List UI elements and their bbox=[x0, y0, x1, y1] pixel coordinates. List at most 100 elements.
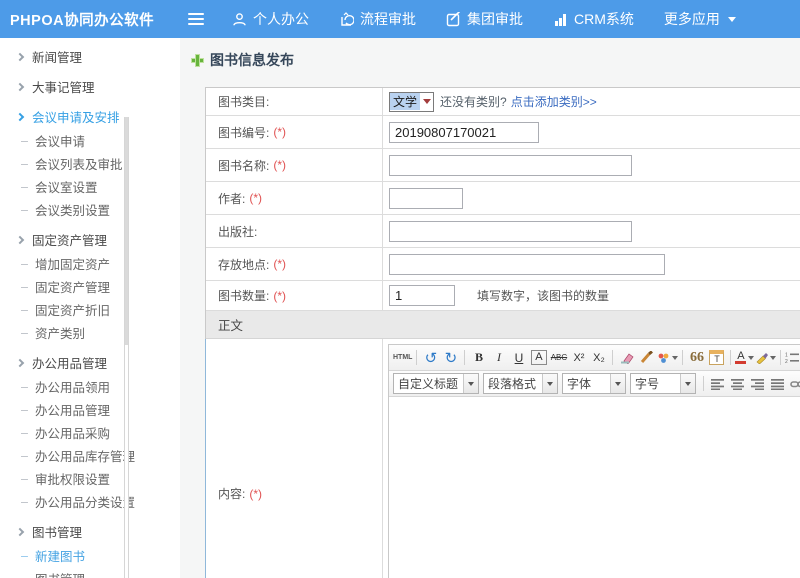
publisher-input[interactable] bbox=[389, 221, 632, 242]
eraser-button[interactable] bbox=[617, 348, 636, 368]
nav-group-approve[interactable]: 集团审批 bbox=[446, 9, 523, 29]
user-icon bbox=[232, 12, 247, 27]
required-marker: (*) bbox=[249, 191, 262, 205]
add-category-link[interactable]: 点击添加类别>> bbox=[511, 93, 597, 110]
bold-button[interactable]: B bbox=[469, 348, 488, 368]
svg-text:2: 2 bbox=[785, 359, 788, 364]
underline-button[interactable]: U bbox=[509, 348, 528, 368]
sidebar-item-book-mgmt[interactable]: 图书管理 bbox=[0, 520, 180, 543]
font-size-select[interactable]: 字号 bbox=[630, 373, 696, 394]
insert-link-button[interactable] bbox=[788, 374, 800, 394]
add-plus-icon bbox=[191, 54, 204, 67]
field-label: 图书数量:(*) bbox=[206, 281, 383, 310]
editor-content-area[interactable] bbox=[389, 397, 800, 578]
italic-button[interactable]: I bbox=[489, 348, 508, 368]
align-left-button[interactable] bbox=[708, 374, 727, 394]
ordered-list-button[interactable]: 12 bbox=[785, 348, 800, 368]
format-brush-button[interactable] bbox=[637, 348, 656, 368]
sidebar-scrollbar-thumb[interactable] bbox=[125, 117, 128, 345]
sidebar-item-asset-mgmt[interactable]: 固定资产管理 bbox=[0, 228, 180, 251]
required-marker: (*) bbox=[273, 257, 286, 271]
highlight-pen-button[interactable] bbox=[755, 348, 776, 368]
sidebar-item-supplies-manage[interactable]: 办公用品管理 bbox=[0, 398, 180, 421]
color-palette-button[interactable] bbox=[657, 348, 678, 368]
nav-workflow-approve[interactable]: 流程审批 bbox=[339, 9, 416, 29]
top-navbar: PHPOA协同办公软件 个人办公 流程审批 集团审批 CRM系统 更多应用 bbox=[0, 0, 800, 38]
sidebar-item-asset-depreciation[interactable]: 固定资产折旧 bbox=[0, 298, 180, 321]
superscript-button[interactable]: X² bbox=[569, 348, 588, 368]
sidebar-item-meeting-apply[interactable]: 会议申请 bbox=[0, 129, 180, 152]
form-row-author: 作者:(*) bbox=[206, 182, 800, 215]
field-label: 出版社: bbox=[206, 215, 383, 247]
form-row-publisher: 出版社: bbox=[206, 215, 800, 248]
undo-button[interactable]: ↺ bbox=[421, 348, 440, 368]
sidebar-item-meeting-room[interactable]: 会议室设置 bbox=[0, 175, 180, 198]
sidebar-item-events-mgmt[interactable]: 大事记管理 bbox=[0, 75, 180, 98]
book-number-input[interactable] bbox=[389, 122, 539, 143]
sidebar-item-asset-add[interactable]: 增加固定资产 bbox=[0, 252, 180, 275]
sidebar-item-supplies-claim[interactable]: 办公用品领用 bbox=[0, 375, 180, 398]
sidebar-item-book-manage[interactable]: 图书管理 bbox=[0, 567, 180, 578]
select-arrow-icon bbox=[610, 374, 625, 393]
html-source-button[interactable]: HTML bbox=[393, 348, 412, 368]
sidebar-scrollbar[interactable] bbox=[124, 117, 129, 578]
category-question-text: 还没有类别? bbox=[440, 93, 507, 110]
required-marker: (*) bbox=[273, 125, 286, 139]
sidebar-item-asset-category[interactable]: 资产类别 bbox=[0, 321, 180, 344]
paste-as-text-button[interactable]: T bbox=[707, 348, 726, 368]
menu-hamburger-icon[interactable] bbox=[188, 13, 204, 25]
category-select[interactable]: 文学 bbox=[389, 92, 434, 112]
form-row-quantity: 图书数量:(*) 填写数字，该图书的数量 bbox=[206, 281, 800, 311]
book-name-input[interactable] bbox=[389, 155, 632, 176]
chevron-right-icon bbox=[16, 52, 24, 60]
sidebar-item-supplies-purchase[interactable]: 办公用品采购 bbox=[0, 421, 180, 444]
form-row-book-number: 图书编号:(*) bbox=[206, 116, 800, 149]
page-title: 图书信息发布 bbox=[191, 50, 294, 70]
align-right-button[interactable] bbox=[748, 374, 767, 394]
caret-down-icon bbox=[770, 356, 776, 360]
location-input[interactable] bbox=[389, 254, 665, 275]
custom-title-select[interactable]: 自定义标题 bbox=[393, 373, 479, 394]
form-row-location: 存放地点:(*) bbox=[206, 248, 800, 281]
font-family-select[interactable]: 字体 bbox=[562, 373, 626, 394]
select-arrow-icon bbox=[542, 374, 557, 393]
richtext-editor: HTML ↺ ↻ B I U A ABC X² X₂ bbox=[388, 344, 800, 578]
sidebar-item-meeting-list[interactable]: 会议列表及审批 bbox=[0, 152, 180, 175]
select-arrow-icon bbox=[420, 93, 433, 111]
nav-personal-office[interactable]: 个人办公 bbox=[232, 9, 309, 29]
sidebar-item-approve-permission[interactable]: 审批权限设置 bbox=[0, 467, 180, 490]
sidebar-item-supplies-category[interactable]: 办公用品分类设置 bbox=[0, 490, 180, 513]
font-color-button[interactable]: A bbox=[735, 348, 754, 368]
redo-button[interactable]: ↻ bbox=[441, 348, 460, 368]
sidebar-item-supplies-mgmt[interactable]: 办公用品管理 bbox=[0, 351, 180, 374]
font-style-box-button[interactable]: A bbox=[531, 350, 547, 365]
sidebar-item-book-new[interactable]: 新建图书 bbox=[0, 544, 180, 567]
sidebar-item-supplies-stock[interactable]: 办公用品库存管理 bbox=[0, 444, 180, 467]
blockquote-button[interactable]: 66 bbox=[687, 348, 706, 368]
nav-crm-system[interactable]: CRM系统 bbox=[553, 9, 634, 29]
editor-toolbar-row1: HTML ↺ ↻ B I U A ABC X² X₂ bbox=[389, 345, 800, 371]
quantity-input[interactable] bbox=[389, 285, 455, 306]
form-row-content: 内容:(*) HTML ↺ ↻ B I U A bbox=[205, 339, 800, 578]
subscript-button[interactable]: X₂ bbox=[589, 348, 608, 368]
workflow-icon bbox=[339, 12, 354, 27]
sidebar-item-meeting-mgmt[interactable]: 会议申请及安排 bbox=[0, 105, 180, 128]
sidebar-menu: 新闻管理 大事记管理 会议申请及安排 会议申请 会议列表及审批 会议室设置 会议… bbox=[0, 38, 180, 578]
field-label: 图书编号:(*) bbox=[206, 116, 383, 148]
strikethrough-button[interactable]: ABC bbox=[549, 348, 568, 368]
book-form-table: 图书类目: 文学 还没有类别? 点击添加类别>> 图书编号:(*) 图书名称:(… bbox=[205, 87, 800, 578]
editor-toolbar-row2: 自定义标题 段落格式 字体 字号 + bbox=[389, 371, 800, 397]
sidebar-item-news-mgmt[interactable]: 新闻管理 bbox=[0, 45, 180, 68]
section-header-body: 正文 bbox=[206, 311, 800, 339]
sidebar-item-meeting-category[interactable]: 会议类别设置 bbox=[0, 198, 180, 221]
author-input[interactable] bbox=[389, 188, 463, 209]
nav-more-apps[interactable]: 更多应用 bbox=[664, 9, 736, 29]
paragraph-format-select[interactable]: 段落格式 bbox=[483, 373, 558, 394]
required-marker: (*) bbox=[249, 487, 262, 501]
align-justify-button[interactable] bbox=[768, 374, 787, 394]
sidebar-item-asset-manage[interactable]: 固定资产管理 bbox=[0, 275, 180, 298]
align-center-button[interactable] bbox=[728, 374, 747, 394]
select-arrow-icon bbox=[680, 374, 695, 393]
chevron-right-icon bbox=[16, 112, 24, 120]
chevron-right-icon bbox=[16, 358, 24, 366]
